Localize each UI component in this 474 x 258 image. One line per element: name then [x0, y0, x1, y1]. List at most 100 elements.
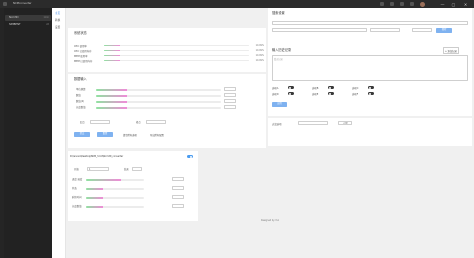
input-row-label: 数值(2): [76, 100, 85, 103]
avatar[interactable]: [420, 1, 425, 7]
status-value: 10.99%: [255, 54, 264, 57]
history-textarea[interactable]: 暂无记录: [272, 55, 468, 81]
input-row-label: 数值: [76, 94, 81, 97]
progress-label: 剩余时间: [72, 196, 82, 199]
footer-credit: Designed by Yun: [260, 219, 280, 222]
start-label: 起点: [80, 121, 85, 124]
option-toggle[interactable]: [368, 86, 374, 89]
status-bar: [104, 49, 249, 52]
tertiary-input[interactable]: [370, 28, 400, 32]
app-nav: 主页 转换 设置: [52, 8, 66, 258]
input-row-field[interactable]: [224, 92, 236, 97]
status-bar: [104, 59, 249, 62]
progress-bar-fill: [86, 179, 121, 181]
progress-field[interactable]: [172, 176, 184, 181]
status-label: CPU 使用率: [74, 45, 87, 48]
data-input-card: 数据输入 单位换算 数值 数值(2) 长度数值 起点 终点 提交 重置 清空所有选项 …: [68, 74, 266, 148]
progress-bar: [86, 188, 144, 190]
secondary-input[interactable]: [272, 28, 367, 32]
status-label: MEM 使用率: [74, 55, 88, 58]
sidebar-item-label: Ncm3D: [9, 16, 19, 19]
input-row-bar-fill: [96, 107, 128, 109]
nav-item-convert[interactable]: 转换: [55, 18, 60, 22]
input-row-bar-fill: [96, 101, 128, 103]
sidebar-item-simbent[interactable]: SIMBENT 2d: [5, 22, 51, 28]
option-toggle[interactable]: [288, 92, 294, 95]
app-icon: [3, 2, 7, 6]
status-bar-fill: [104, 54, 120, 57]
apply-button[interactable]: 应用: [272, 102, 287, 107]
status-label: MEM 已使用内存: [74, 60, 93, 63]
filter-input[interactable]: [298, 121, 328, 125]
progress-label: 状态: [72, 187, 77, 190]
progress-field[interactable]: [172, 203, 184, 208]
input-row-label: 单位换算: [76, 88, 86, 91]
option-toggle[interactable]: [328, 92, 334, 95]
input-row-bar: [96, 95, 221, 97]
reset-button[interactable]: 重置: [97, 132, 113, 137]
sidebar: Ncm3D 1min SIMBENT 2d: [4, 8, 52, 258]
main-content: 系统状态 CPU 使用率 10.99% CPU 已使用内存 10.99% MEM 使用率…: [66, 8, 474, 258]
status-value: 10.99%: [255, 59, 264, 62]
nav-item-settings[interactable]: 设置: [55, 25, 60, 29]
extension-icon-2[interactable]: [390, 2, 394, 6]
option-label: 选项B: [312, 87, 319, 90]
sidebar-item-ncm3d[interactable]: Ncm3D 1min: [5, 15, 51, 21]
submit-button[interactable]: 提交: [74, 132, 90, 137]
option-toggle[interactable]: [288, 86, 294, 89]
start-input[interactable]: [90, 119, 110, 124]
input-row-field[interactable]: [224, 98, 236, 103]
filter-button[interactable]: 过滤: [338, 121, 352, 125]
input-row-bar: [96, 89, 221, 91]
input-row-bar-fill: [96, 95, 128, 97]
option-toggle[interactable]: [368, 92, 374, 95]
start-input[interactable]: 1: [87, 166, 109, 171]
progress-bar-fill: [86, 188, 104, 190]
export-config-button[interactable]: 导出所有配置: [150, 133, 164, 137]
end-input[interactable]: [146, 119, 166, 124]
search-input[interactable]: [272, 21, 468, 25]
progress-card: D:\lenovo\Desktop\NCM_3.0.0\Ncm3D_conver…: [68, 151, 198, 221]
input-row-field[interactable]: [224, 104, 236, 109]
start-label: 开始: [74, 168, 79, 171]
path-toggle[interactable]: [187, 155, 193, 158]
add-record-button[interactable]: + 添加记录: [443, 47, 459, 54]
end-label: 结束: [124, 168, 129, 171]
title-bar: NCMconverter — ▢ ✕: [0, 0, 474, 8]
status-value: 10.99%: [255, 44, 264, 47]
status-bar: [104, 44, 249, 47]
filter-card: 过滤选项 过滤: [268, 118, 472, 146]
extension-icon-4[interactable]: [410, 2, 414, 6]
progress-bar: [86, 179, 144, 181]
progress-field[interactable]: [172, 185, 184, 190]
extension-icon[interactable]: [380, 2, 384, 6]
progress-field[interactable]: [172, 194, 184, 199]
card-title: 数据输入: [74, 77, 87, 81]
sidebar-item-meta: 2d: [46, 23, 49, 26]
maximize-button[interactable]: ▢: [451, 2, 456, 7]
search-button[interactable]: 搜索: [436, 28, 452, 33]
option-label: 选项D: [272, 93, 279, 96]
progress-bar: [86, 206, 144, 208]
nav-item-home[interactable]: 主页: [55, 11, 60, 15]
input-row-field[interactable]: [224, 86, 236, 91]
path-label: D:\lenovo\Desktop\NCM_3.0.0\Ncm3D_conver…: [70, 155, 124, 158]
status-label: CPU 已使用内存: [74, 50, 92, 53]
progress-bar: [86, 197, 144, 199]
status-value: 10.99%: [255, 49, 264, 52]
filter-label: 过滤选项: [272, 123, 282, 126]
history-card: 输入历史记录 + 添加记录 暂无记录 选项A 选项B 选项C 选项D 选项E 选项F 应用: [268, 44, 472, 116]
progress-bar-fill: [86, 206, 104, 208]
extension-icon-3[interactable]: [400, 2, 404, 6]
window-title: NCMconverter: [13, 2, 32, 5]
option-toggle[interactable]: [328, 86, 334, 89]
minimize-button[interactable]: —: [440, 2, 445, 7]
sidebar-item-meta: 1min: [43, 16, 49, 19]
input-row-label: 长度数值: [76, 106, 86, 109]
card-title: 输入历史记录: [272, 48, 292, 52]
progress-bar-fill: [86, 197, 104, 199]
clear-all-button[interactable]: 清空所有选项: [123, 133, 137, 137]
quaternary-input[interactable]: [412, 28, 432, 32]
end-input[interactable]: [132, 166, 142, 171]
close-button[interactable]: ✕: [463, 2, 468, 7]
